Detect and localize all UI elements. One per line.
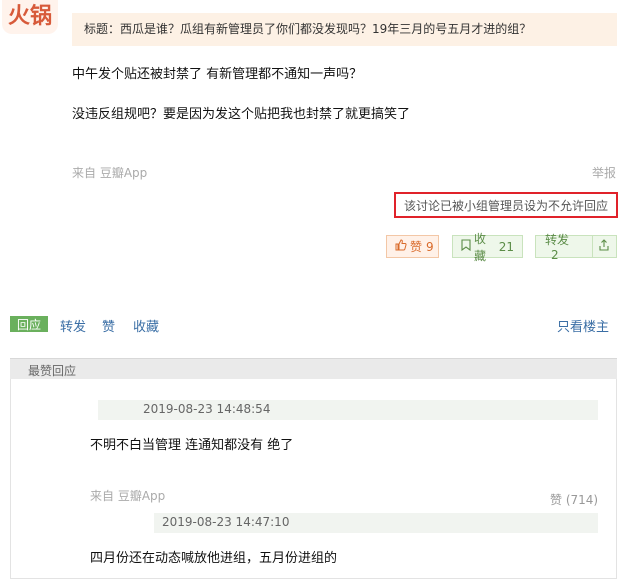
like-count: 9 xyxy=(426,239,434,254)
only-op-link[interactable]: 只看楼主 xyxy=(557,316,609,335)
reply-text: 四月份还在动态喊放他进组，五月份进组的 xyxy=(90,551,338,566)
post-paragraph: 中午发个贴还被封禁了 有新管理都不通知一声吗？ xyxy=(72,67,363,82)
share-icon[interactable] xyxy=(593,239,616,254)
best-replies-title: 最赞回应 xyxy=(28,364,77,378)
post-source: 来自 豆瓣App xyxy=(72,166,148,180)
best-replies-header: 最赞回应 xyxy=(10,358,617,379)
thumbs-up-icon xyxy=(395,239,407,254)
favorite-label: 收藏 xyxy=(474,231,487,263)
share-count: 2 xyxy=(551,248,559,262)
reply-text: 不明不白当管理 连通知都没有 绝了 xyxy=(90,438,294,453)
reply-source: 来自 豆瓣App xyxy=(90,489,166,503)
quoted-title: 标题：西瓜是谁？瓜组有新管理员了你们都没发现吗？19年三月的号五月才进的组？ xyxy=(72,13,617,46)
quoted-timestamp-bar: 2019-08-23 14:47:10 xyxy=(154,513,598,533)
reply-timestamp-bar: 2019-08-23 14:48:54 xyxy=(98,400,598,420)
reply-timestamp: 2019-08-23 14:48:54 xyxy=(143,402,271,416)
favorite-count: 21 xyxy=(498,239,514,254)
collect-link[interactable]: 收藏 xyxy=(133,316,159,335)
avatar[interactable]: 火锅 xyxy=(2,0,58,34)
like-button[interactable]: 赞 9 xyxy=(386,235,439,258)
avatar-image: 火锅 xyxy=(8,4,53,29)
bookmark-icon xyxy=(461,239,471,254)
post-paragraph: 没违反组规吧？要是因为发这个贴把我也封禁了就更搞笑了 xyxy=(72,107,411,122)
share-label: 转发 xyxy=(545,233,570,247)
report-link[interactable]: 举报 xyxy=(592,164,616,181)
share-button[interactable]: 转发 2 xyxy=(535,233,617,262)
reply-like-count[interactable]: 赞 (714) xyxy=(550,491,598,508)
repost-link[interactable]: 转发 xyxy=(60,316,86,335)
notice-text: 该讨论已被小组管理员设为不允许回应 xyxy=(403,198,608,213)
like-link[interactable]: 赞 xyxy=(102,316,115,335)
reply-disabled-notice: 该讨论已被小组管理员设为不允许回应 xyxy=(394,192,618,218)
quoted-timestamp: 2019-08-23 14:47:10 xyxy=(162,515,290,529)
favorite-button[interactable]: 收藏 21 xyxy=(452,232,523,263)
reply-button[interactable]: 回应 xyxy=(10,316,48,332)
share-label-group: 转发 2 xyxy=(536,231,592,262)
like-label: 赞 xyxy=(410,240,423,254)
top-cropped-text xyxy=(72,0,312,4)
